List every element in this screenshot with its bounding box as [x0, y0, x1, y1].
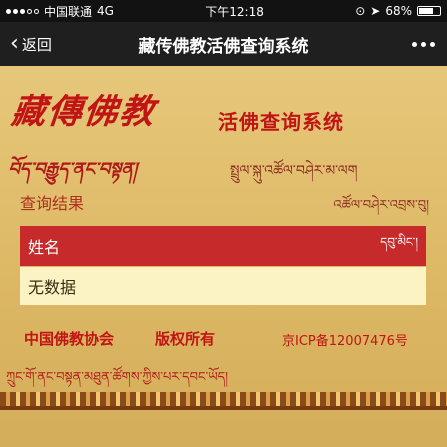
status-left: 中国联通 4G: [6, 3, 114, 20]
column-header-name-tibetan: དབུ་མིང་།: [380, 235, 418, 249]
system-name-heading: 活佛查询系统: [218, 110, 344, 134]
column-header-name: 姓名: [28, 238, 61, 257]
page-title: 藏传佛教活佛查询系统: [138, 36, 309, 57]
clock: 下午12:18: [205, 4, 264, 19]
results-table-header: 姓名 དབུ་མིང་།: [20, 226, 426, 266]
footer-copyright: 版权所有: [155, 330, 216, 348]
footer-association: 中国佛教协会: [24, 330, 115, 348]
more-options-button[interactable]: [412, 22, 435, 66]
table-row: 无数据: [20, 267, 426, 305]
empty-state-text: 无数据: [28, 278, 77, 297]
signal-strength-icon: [6, 8, 39, 14]
carrier-name: 中国联通: [44, 4, 93, 19]
location-arrow-icon: ➤: [370, 4, 381, 18]
back-label: 返回: [21, 35, 52, 54]
more-dot-icon: [430, 41, 435, 47]
more-dot-icon: [421, 41, 426, 47]
back-button[interactable]: ‹ 返回: [10, 22, 52, 66]
more-dot-icon: [412, 41, 417, 47]
decorative-border-line: [0, 406, 447, 410]
network-type: 4G: [97, 4, 114, 18]
battery-icon: [417, 6, 441, 16]
decorative-border: [0, 392, 447, 406]
tibetan-subtitle: སྤྲུལ་སྐུ་འཚོལ་བཤེར་མ་ལག: [230, 163, 358, 179]
page-content: 藏傳佛教 活佛查询系统 བོད་བརྒྱུད་ནང་བསྟན། སྤྲུལ་སྐ…: [0, 66, 447, 447]
chevron-left-icon: ‹: [10, 31, 19, 56]
status-bar: 中国联通 4G 下午12:18 ⊙ ➤ 68%: [0, 0, 447, 22]
calligraphy-logo: 藏傳佛教: [9, 92, 158, 132]
results-label: 查询结果: [20, 194, 85, 213]
battery-percent: 68%: [385, 4, 412, 18]
rotation-lock-icon: ⊙: [355, 4, 366, 18]
results-label-tibetan: འཚོལ་བཤེར་འབྲས་བུ།: [333, 198, 429, 213]
footer-icp-number[interactable]: 京ICP备12007476号: [282, 330, 408, 349]
navigation-bar: ‹ 返回 藏传佛教活佛查询系统: [0, 22, 447, 66]
status-right: ⊙ ➤ 68%: [355, 4, 441, 18]
